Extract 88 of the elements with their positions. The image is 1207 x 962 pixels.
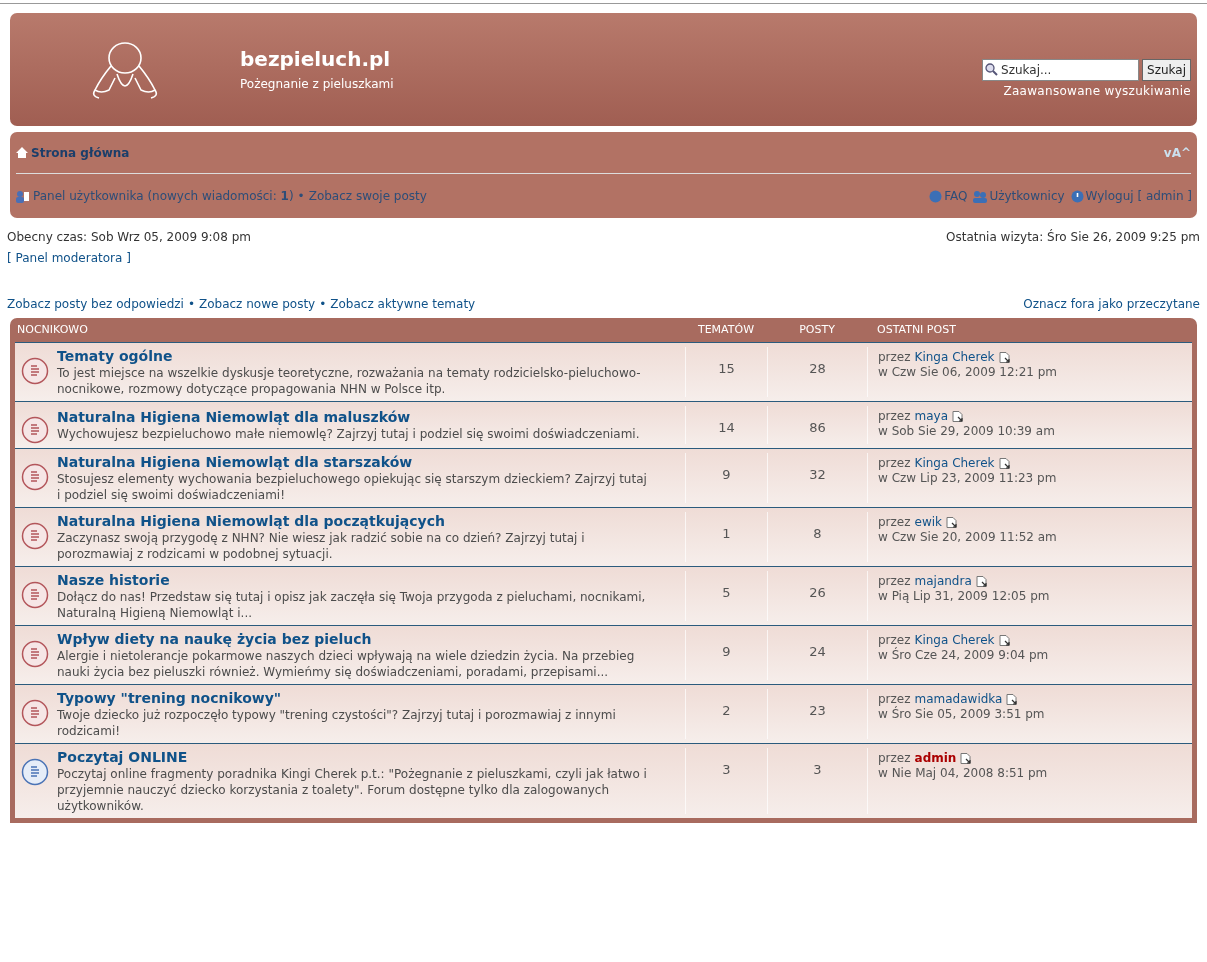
forum-title-link[interactable]: Typowy "trening nocnikowy" — [57, 689, 649, 707]
post-count: 26 — [809, 584, 826, 602]
view-post-icon[interactable] — [998, 352, 1010, 363]
post-count: 28 — [809, 360, 826, 378]
search-button[interactable]: Szukaj — [1142, 59, 1191, 81]
users-icon — [15, 189, 29, 203]
view-post-icon[interactable] — [998, 635, 1010, 646]
forum-description: Stosujesz elementy wychowania bezpieluchowego opiekując się starszym dzieckiem? Zajrzyj tutaj i podziel się swoimi doświadczeniami! — [57, 471, 648, 503]
moderator-panel-link[interactable]: [ Panel moderatora ] — [7, 249, 251, 267]
post-date: w Czw Lip 23, 2009 11:23 pm — [878, 471, 1058, 486]
forum-title-link[interactable]: Naturalna Higiena Niemowląt dla początkujących — [57, 512, 649, 530]
topic-count: 14 — [718, 419, 735, 437]
topic-count: 15 — [718, 360, 735, 378]
current-time-text: Obecny czas: Sob Wrz 05, 2009 9:08 pm — [7, 229, 251, 246]
author-link[interactable]: maya — [914, 409, 949, 424]
by-label: przez — [878, 574, 911, 589]
forum-description: Twoje dziecko już rozpoczęło typowy "trening czystości"? Zajrzyj tutaj i porozmawiaj z innymi rodzicami! — [57, 707, 617, 739]
forum-description: To jest miejsce na wszelkie dyskusje teoretyczne, rozważania na tematy rodzicielsko-pieluchowo-nocnikowe, rozmowy dotyczące propagowania NHN w Polsce itp. — [57, 365, 642, 397]
author-link[interactable]: mamadawidka — [914, 692, 1003, 707]
column-header: NOCNIKOWO — [16, 321, 89, 338]
by-label: przez — [878, 409, 911, 424]
users-icon — [973, 189, 988, 203]
topic-count: 5 — [722, 584, 731, 602]
post-date: w Czw Sie 06, 2009 12:21 pm — [878, 365, 1059, 380]
post-count: 32 — [809, 466, 826, 484]
search-icon — [985, 63, 999, 76]
view-post-icon[interactable] — [952, 411, 964, 422]
separator: • — [297, 188, 305, 205]
column-header: POSTY — [798, 321, 836, 338]
author-link[interactable]: majandra — [914, 574, 972, 589]
author-link[interactable]: Kinga Cherek — [914, 350, 995, 365]
separator: • — [187, 296, 195, 313]
power-icon — [1070, 189, 1084, 203]
forum-title-link[interactable]: Naturalna Higiena Niemowląt dla maluszków — [57, 408, 649, 426]
view-post-icon[interactable] — [946, 517, 957, 528]
forum-description: Alergie i nietolerancje pokarmowe naszych dzieci wpływają na wiele dziedzin życia. Na przebieg nauki życia bez pieluszki również. Wymieńmy się doświadczeniami, poradami, przepisami... — [57, 648, 636, 680]
forum-title-link[interactable]: Naturalna Higiena Niemowląt dla starszaków — [57, 453, 649, 471]
forum-title-link[interactable]: Wpływ diety na naukę życia bez pieluch — [57, 630, 649, 648]
view-post-icon[interactable] — [1006, 694, 1018, 705]
post-date: w Śro Cze 24, 2009 9:04 pm — [878, 648, 1050, 663]
quick-link[interactable]: Zobacz posty bez odpowiedzi — [7, 295, 184, 313]
by-label: przez — [878, 692, 911, 707]
forum-title-link[interactable]: Tematy ogólne — [57, 347, 649, 365]
last-visit-text: Ostatnia wizyta: Śro Sie 26, 2009 9:25 pm — [946, 228, 1200, 246]
view-post-icon[interactable] — [975, 576, 987, 587]
advanced-search-link[interactable]: Zaawansowane wyszukiwanie — [1003, 82, 1191, 100]
post-count: 3 — [813, 761, 822, 779]
forum-title-link[interactable]: Nasze historie — [57, 571, 649, 589]
view-post-icon[interactable] — [998, 458, 1010, 469]
post-count: 8 — [813, 525, 822, 543]
site-tagline: Pożegnanie z pieluszkami — [240, 75, 395, 93]
search-field[interactable]: Szukaj... — [982, 59, 1140, 81]
author-link[interactable]: Kinga Cherek — [914, 633, 995, 648]
site-title[interactable]: bezpieluch.pl — [240, 46, 983, 72]
forum-description: Wychowujesz bezpieluchowo małe niemowlę? Zajrzyj tutaj i podziel się swoimi doświadczeniami. — [57, 426, 641, 442]
topic-count: 9 — [722, 466, 731, 484]
post-count: 86 — [809, 419, 826, 437]
post-date: w Sob Sie 29, 2009 10:39 am — [878, 424, 1056, 439]
home-icon — [16, 147, 28, 158]
view-post-icon[interactable] — [960, 753, 972, 764]
forum-description: Dołącz do nas! Przedstaw się tutaj i opisz jak zaczęła się Twoja przygoda z pieluchami, nocnikami, Naturalną Higieną Niemowląt i... — [57, 589, 647, 621]
post-date: w Nie Maj 04, 2008 8:51 pm — [878, 766, 1049, 781]
topic-count: 2 — [722, 702, 731, 720]
by-label: przez — [878, 751, 911, 766]
post-count: 23 — [809, 702, 826, 720]
post-date: w Czw Sie 20, 2009 11:52 am — [878, 530, 1058, 545]
post-date: w Pią Lip 31, 2009 12:05 pm — [878, 589, 1051, 604]
column-header: OSTATNI POST — [876, 321, 957, 338]
quick-link[interactable]: Zobacz aktywne tematy — [330, 295, 476, 313]
by-label: przez — [878, 515, 911, 530]
author-link[interactable]: ewik — [914, 515, 942, 530]
by-label: przez — [878, 633, 911, 648]
author-link[interactable]: admin — [914, 751, 957, 766]
post-date: w Śro Sie 05, 2009 3:51 pm — [878, 707, 1046, 722]
forum-description: Poczytaj online fragmenty poradnika Kingi Cherek p.t.: "Pożegnanie z pieluszkami, czyli jak łatwo i przyjemnie nauczyć dziecko korzystania z toalety". Forum dostępne tylko dla zalogowanych użytkowników. — [57, 766, 648, 814]
forum-description: Zaczynasz swoją przygodę z NHN? Nie wiesz jak radzić sobie na co dzień? Zajrzyj tutaj i porozmawiaj z rodzicami w podobnej sytuacji. — [57, 530, 586, 562]
forum-title-link[interactable]: Poczytaj ONLINE — [57, 748, 649, 766]
mark-read-link[interactable]: Oznacz fora jako przeczytane — [1023, 295, 1200, 313]
author-link[interactable]: Kinga Cherek — [914, 456, 995, 471]
column-header: TEMATÓW — [696, 321, 756, 338]
by-label: przez — [878, 350, 911, 365]
by-label: przez — [878, 456, 911, 471]
quick-link[interactable]: Zobacz nowe posty — [198, 295, 316, 313]
topic-count: 9 — [722, 643, 731, 661]
post-count: 24 — [809, 643, 826, 661]
topic-count: 1 — [722, 525, 731, 543]
topic-count: 3 — [722, 761, 731, 779]
separator: • — [319, 296, 327, 313]
